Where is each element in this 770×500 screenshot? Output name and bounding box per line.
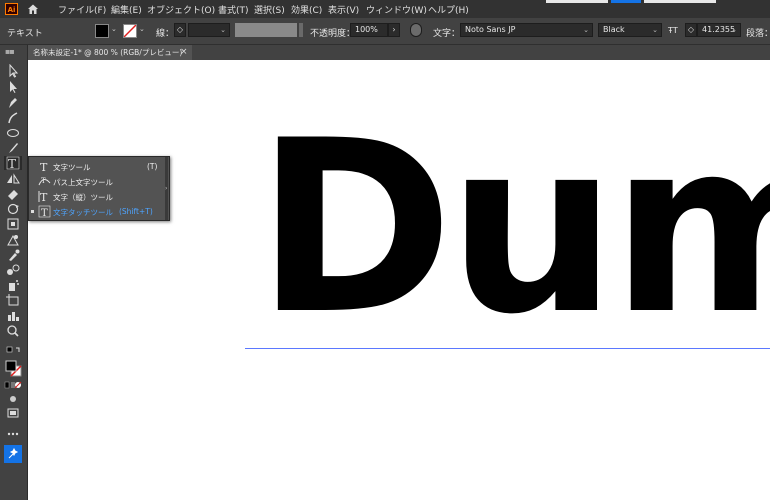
shape-builder-tool-icon[interactable] [4,233,22,247]
menu-help[interactable]: ヘルプ(H) [428,3,469,16]
contextual-task-bar-icon[interactable] [4,445,22,463]
artboard-text[interactable]: Dum [256,110,770,348]
type-tool-flyout: T 文字ツール (T) T パス上文字ツール T 文字（縦）ツール T 文字タッ… [28,156,170,221]
edit-toolbar-icon[interactable] [4,430,22,438]
variable-width-profile[interactable] [235,23,297,37]
flyout-item-label: パス上文字ツール [53,178,113,187]
column-graph-tool-icon[interactable] [4,309,22,323]
text-baseline [245,348,770,349]
illustrator-logo: Ai [5,3,18,15]
flyout-item-shortcut: (Shift+T) [119,207,153,216]
curvature-tool-icon[interactable] [4,111,22,125]
font-family-field[interactable]: Noto Sans JP ⌄ [460,23,593,37]
menu-edit[interactable]: 編集(E) [111,3,142,16]
font-size-field[interactable]: 41.2355 ⌄ [697,23,741,37]
menu-file[interactable]: ファイル(F) [58,3,106,16]
flyout-item-shortcut: (T) [147,162,158,171]
menu-type[interactable]: 書式(T) [218,3,249,16]
character-label: 文字： [433,29,461,39]
stroke-swatch[interactable] [123,24,137,38]
selection-tool-icon[interactable] [4,64,22,78]
color-mode-icons[interactable] [4,381,22,390]
flyout-item-type-on-path-tool[interactable]: T パス上文字ツール [29,174,163,189]
menu-window[interactable]: ウィンドウ(W) [366,3,427,16]
flyout-item-label: 文字ツール [53,163,91,172]
flyout-item-label: 文字（縦）ツール [53,193,113,202]
tools-panel: ▪▪ T [0,45,28,500]
ellipse-tool-icon[interactable] [4,126,22,140]
stroke-weight-stepper[interactable]: ◇ [174,23,186,37]
stroke-weight-field[interactable]: ⌄ [188,23,230,37]
artboard-canvas[interactable]: Dum [28,60,770,500]
type-on-path-icon: T [38,175,51,188]
recolor-icon[interactable] [410,23,422,37]
tearoff-handle[interactable]: › [165,157,168,220]
rotate-tool-icon[interactable] [4,202,22,216]
document-tab[interactable]: 名称未設定-1* @ 800 % (RGB/プレビュー) × [28,45,192,60]
default-colors-icon[interactable] [4,346,22,357]
svg-text:T: T [41,177,46,185]
font-size-icon: ŦT [668,26,678,35]
flyout-item-label: 文字タッチツール [53,208,113,217]
flyout-item-touch-type-tool[interactable]: T 文字タッチツール (Shift+T) [29,204,163,219]
paragraph-label[interactable]: 段落： [746,26,770,39]
document-tab-bar: 名称未設定-1* @ 800 % (RGB/プレビュー) × [28,45,770,60]
eraser-tool-icon[interactable] [4,187,22,201]
panel-grip[interactable]: ▪▪ [5,47,15,56]
type-tool-icon: T [38,160,51,174]
title-strip [546,0,608,3]
svg-text:T: T [8,157,16,170]
zoom-tool-icon[interactable] [4,324,22,338]
flyout-item-vertical-type-tool[interactable]: T 文字（縦）ツール [29,189,163,204]
fill-stroke-swatches[interactable] [4,359,22,379]
control-bar: テキスト ⌄ ⌄ 線： ◇ ⌄ 不透明度： 100% › 文字： Noto Sa… [0,18,770,45]
chevron-down-icon[interactable]: ⌄ [139,25,145,33]
menu-object[interactable]: オブジェクト(O) [147,3,215,16]
direct-selection-tool-icon[interactable] [4,80,22,94]
menu-bar: Ai ファイル(F) 編集(E) オブジェクト(O) 書式(T) 選択(S) 効… [0,0,770,18]
opacity-label: 不透明度： [310,29,356,39]
font-size-stepper[interactable]: ◇ [685,23,697,37]
font-size-value: 41.2355 [702,25,736,34]
stroke-label: 線： [156,29,175,39]
font-style-field[interactable]: Black ⌄ [598,23,662,37]
svg-text:T: T [40,161,48,173]
title-strip-accent [611,0,641,3]
selection-type-label: テキスト [7,29,43,39]
brush-definition[interactable] [299,23,303,37]
opacity-field[interactable]: 100% [350,23,388,37]
selected-indicator [31,210,34,213]
chevron-down-icon[interactable]: ⌄ [111,25,117,33]
home-icon[interactable] [27,3,39,15]
drawing-mode-icon[interactable] [4,394,22,404]
menu-select[interactable]: 選択(S) [254,3,285,16]
document-tab-title: 名称未設定-1* @ 800 % (RGB/プレビュー) [33,48,183,57]
blend-tool-icon[interactable] [4,263,22,277]
screen-mode-icon[interactable] [4,407,22,419]
font-family-value: Noto Sans JP [465,25,516,34]
symbol-sprayer-tool-icon[interactable] [4,278,22,292]
close-icon[interactable]: × [180,45,188,60]
flyout-item-type-tool[interactable]: T 文字ツール (T) [29,159,163,174]
reflect-tool-icon[interactable] [4,172,22,186]
artboard-tool-icon[interactable] [4,293,22,307]
font-style-value: Black [603,25,625,34]
vertical-type-icon: T [38,190,51,204]
menu-effect[interactable]: 効果(C) [291,3,322,16]
opacity-arrow-button[interactable]: › [388,23,400,37]
svg-text:T: T [41,208,48,218]
type-tool-icon[interactable]: T [4,156,22,170]
touch-type-icon: T [38,205,51,219]
eyedropper-tool-icon[interactable] [4,248,22,262]
menu-view[interactable]: 表示(V) [328,3,359,16]
svg-text:T: T [40,191,48,203]
title-strip-right [644,0,716,3]
pen-tool-icon[interactable] [4,96,22,110]
free-transform-tool-icon[interactable] [4,217,22,231]
fill-swatch[interactable] [95,24,109,38]
paintbrush-tool-icon[interactable] [4,141,22,155]
